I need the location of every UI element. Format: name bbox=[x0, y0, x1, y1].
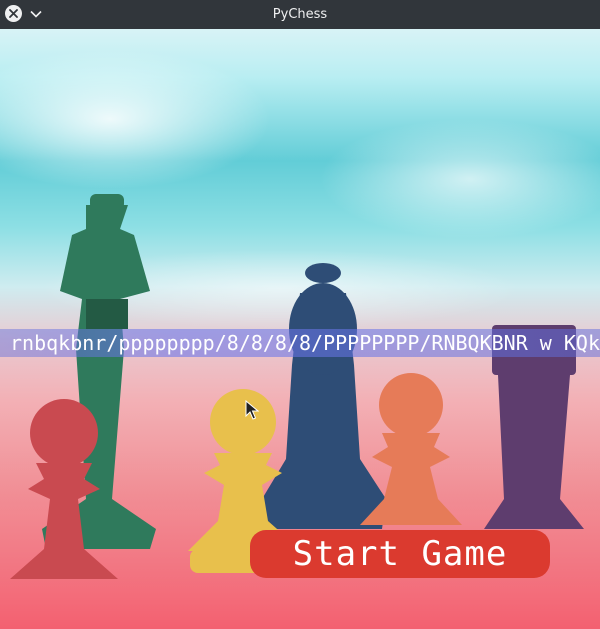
mouse-cursor-icon bbox=[245, 400, 259, 420]
fen-input[interactable]: rnbqkbnr/pppppppp/8/8/8/8/PPPPPPPP/RNBQK… bbox=[0, 329, 600, 357]
background-image: rnbqkbnr/pppppppp/8/8/8/8/PPPPPPPP/RNBQK… bbox=[0, 29, 600, 629]
app-window: PyChess rnbqkbnr/pppppppp/8/8/8/8/PPPPPP… bbox=[0, 0, 600, 629]
window-controls bbox=[5, 5, 44, 22]
title-bar: PyChess bbox=[0, 0, 600, 29]
close-button[interactable] bbox=[5, 5, 22, 22]
start-game-button[interactable]: Start Game bbox=[250, 530, 550, 578]
close-icon bbox=[9, 9, 18, 18]
chevron-down-icon bbox=[30, 10, 42, 18]
window-title: PyChess bbox=[272, 7, 328, 22]
window-menu-button[interactable] bbox=[28, 5, 44, 22]
